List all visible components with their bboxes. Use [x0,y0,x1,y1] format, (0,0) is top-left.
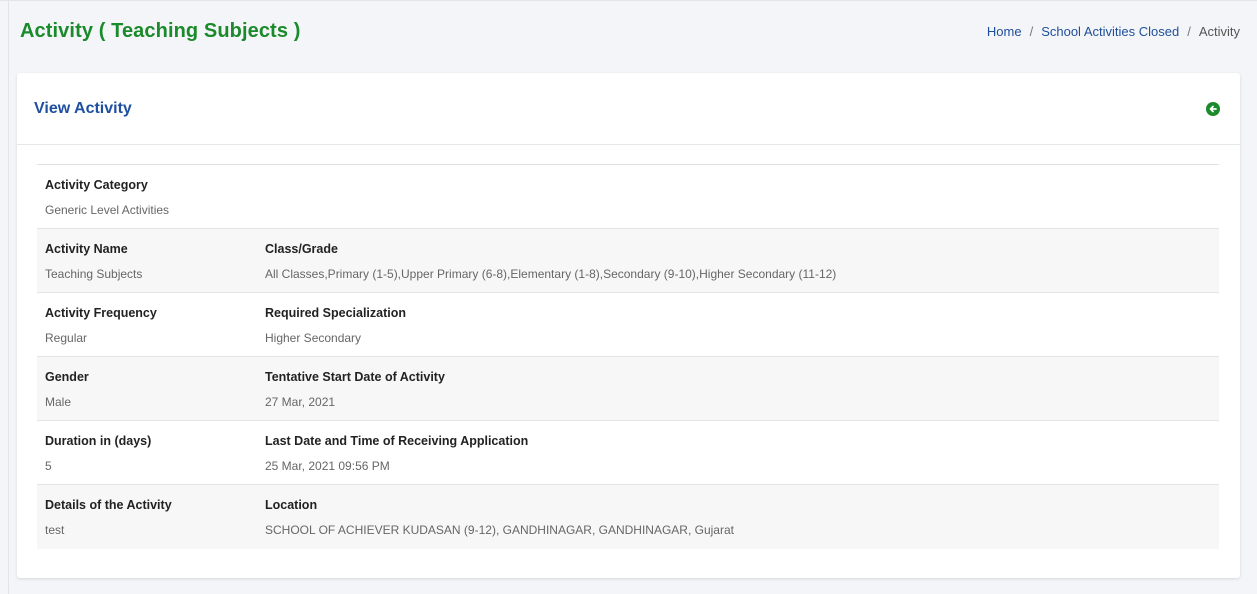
required-specialization-value: Higher Secondary [265,331,362,345]
tentative-start-date-value: 27 Mar, 2021 [265,395,336,409]
detail-row-duration-last-date: Duration in (days) 5 Last Date and Time … [37,421,1219,485]
detail-row-frequency-specialization: Activity Frequency Regular Required Spec… [37,293,1219,357]
tentative-start-date-label: Tentative Start Date of Activity [265,370,445,384]
activity-name-value: Teaching Subjects [45,267,143,281]
breadcrumb-school-activities-closed-link[interactable]: School Activities Closed [1041,24,1179,39]
card-title: View Activity [34,99,132,117]
duration-value: 5 [45,459,52,473]
activity-category-cell: Activity Category Generic Level Activiti… [37,165,257,228]
empty-cell [257,165,1219,228]
activity-details-table: Activity Category Generic Level Activiti… [37,164,1219,549]
activity-frequency-value: Regular [45,331,88,345]
required-specialization-cell: Required Specialization Higher Secondary [257,293,1219,356]
activity-frequency-label: Activity Frequency [45,306,157,320]
details-of-activity-cell: Details of the Activity test [37,485,257,549]
frame-left-border [8,0,9,594]
gender-label: Gender [45,370,89,384]
card-header: View Activity [17,73,1240,145]
tentative-start-date-cell: Tentative Start Date of Activity 27 Mar,… [257,357,1219,420]
location-value: SCHOOL OF ACHIEVER KUDASAN (9-12), GANDH… [265,523,734,537]
circle-arrow-left-icon [1209,105,1217,112]
gender-cell: Gender Male [37,357,257,420]
activity-name-label: Activity Name [45,242,128,256]
detail-row-category: Activity Category Generic Level Activiti… [37,165,1219,229]
activity-frequency-cell: Activity Frequency Regular [37,293,257,356]
last-date-cell: Last Date and Time of Receiving Applicat… [257,421,1219,484]
details-of-activity-label: Details of the Activity [45,498,172,512]
breadcrumb: Home / School Activities Closed / Activi… [987,24,1240,39]
activity-category-value: Generic Level Activities [45,203,170,217]
detail-row-details-location: Details of the Activity test Location SC… [37,485,1219,549]
back-button[interactable] [1206,101,1220,116]
breadcrumb-current: Activity [1198,24,1240,39]
last-date-label: Last Date and Time of Receiving Applicat… [265,434,529,448]
page-header: Activity ( Teaching Subjects ) Home / Sc… [20,20,1240,43]
class-grade-value: All Classes,Primary (1-5),Upper Primary … [265,267,837,281]
detail-row-gender-start-date: Gender Male Tentative Start Date of Acti… [37,357,1219,421]
breadcrumb-separator: / [1029,24,1034,39]
gender-value: Male [45,395,72,409]
detail-row-name-class: Activity Name Teaching Subjects Class/Gr… [37,229,1219,293]
breadcrumb-home-link[interactable]: Home [987,24,1022,39]
location-cell: Location SCHOOL OF ACHIEVER KUDASAN (9-1… [257,485,1219,549]
class-grade-label: Class/Grade [265,242,338,256]
duration-label: Duration in (days) [45,434,152,448]
activity-category-label: Activity Category [45,178,148,192]
location-label: Location [265,498,318,512]
view-activity-card: View Activity Activity Category Generic … [17,73,1240,578]
last-date-value: 25 Mar, 2021 09:56 PM [265,459,390,473]
breadcrumb-separator: / [1187,24,1191,39]
class-grade-cell: Class/Grade All Classes,Primary (1-5),Up… [257,229,1219,292]
frame-top-border [0,0,1257,1]
page-title: Activity ( Teaching Subjects ) [20,20,301,42]
details-of-activity-value: test [45,523,65,537]
duration-cell: Duration in (days) 5 [37,421,257,484]
required-specialization-label: Required Specialization [265,306,407,320]
activity-name-cell: Activity Name Teaching Subjects [37,229,257,292]
